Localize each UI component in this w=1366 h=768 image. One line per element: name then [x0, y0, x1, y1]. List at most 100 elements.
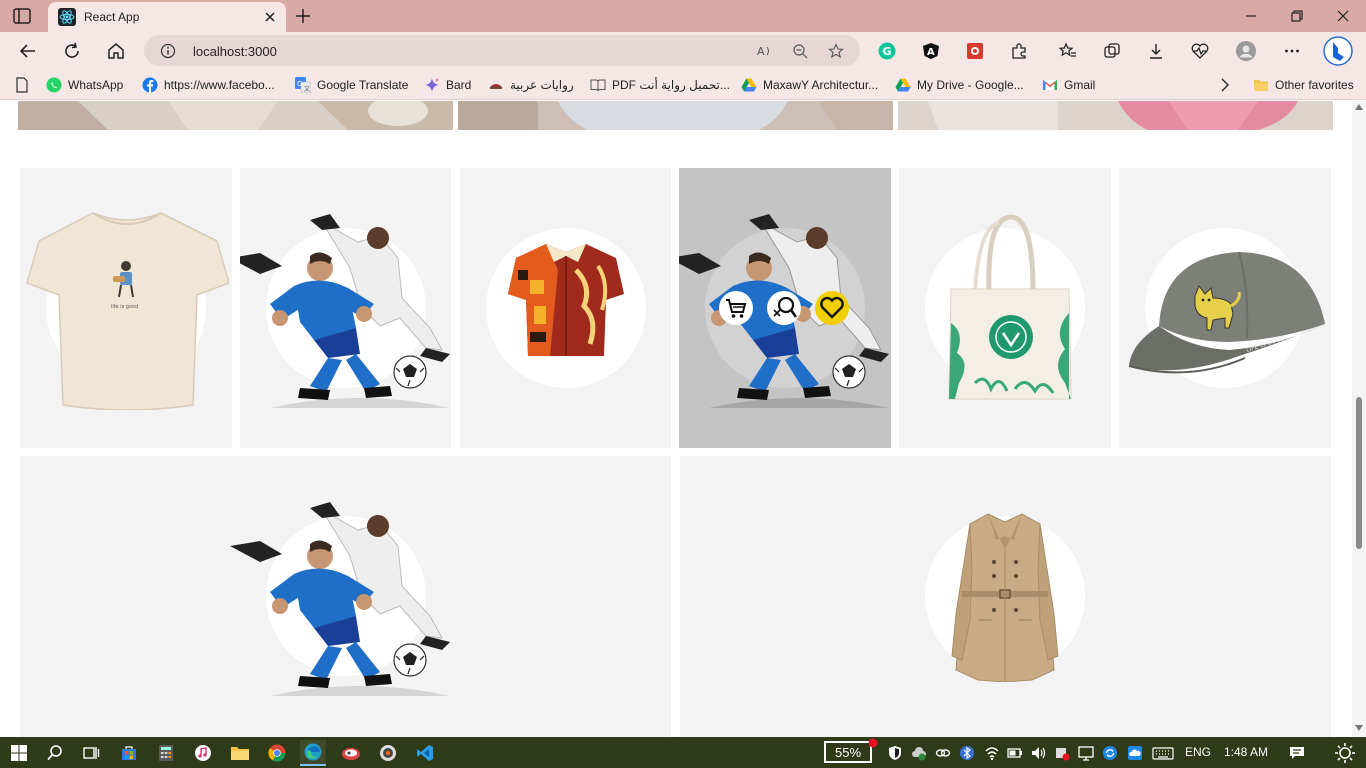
profile-avatar-icon[interactable] [1236, 41, 1256, 61]
taskbar-itunes[interactable] [190, 740, 216, 766]
battery-icon[interactable] [1007, 745, 1023, 761]
bug-report-icon[interactable] [1054, 745, 1070, 761]
browser-tab[interactable]: React App [48, 2, 286, 32]
performance-icon[interactable] [1190, 41, 1210, 61]
bookmark-facebook[interactable]: https://www.facebo... [142, 76, 275, 94]
task-view-button[interactable] [78, 740, 104, 766]
taskbar-media-player[interactable] [375, 740, 401, 766]
trench-coat-image [951, 513, 1059, 682]
extension-red-icon[interactable] [965, 41, 985, 61]
banner-image[interactable] [18, 101, 453, 130]
windows-icon [11, 745, 27, 761]
product-card-trench-coat[interactable] [680, 456, 1331, 737]
display-icon[interactable] [1078, 745, 1094, 761]
banner-image[interactable] [898, 101, 1333, 130]
add-to-wishlist-button[interactable] [815, 291, 849, 325]
taskbar-app-red[interactable] [338, 740, 364, 766]
address-bar[interactable]: localhost:3000 A [144, 35, 860, 66]
bookmark-google-translate[interactable]: G文 Google Translate [295, 76, 408, 94]
sync-icon[interactable] [1102, 745, 1118, 761]
favorites-icon[interactable] [1058, 41, 1078, 61]
extensions-icon[interactable] [1009, 41, 1029, 61]
scroll-up-arrow-icon[interactable] [1355, 104, 1363, 110]
product-card-patterned-shirt[interactable] [460, 168, 671, 448]
language-indicator[interactable]: ENG [1185, 745, 1211, 759]
minimize-icon[interactable] [1243, 8, 1259, 24]
read-aloud-icon[interactable]: A [756, 43, 772, 59]
shield-icon[interactable] [887, 745, 903, 761]
tote-bag-image [948, 214, 1072, 400]
page-viewport: life is good LIFE IS GOOD [0, 101, 1352, 737]
site-info-icon[interactable] [160, 43, 176, 59]
taskbar-chrome[interactable] [264, 740, 290, 766]
windows-taskbar: 55% ENG 1:48 AM [0, 737, 1366, 768]
bookmark-pdf-novel[interactable]: PDF تحميل رواية أنت... [590, 76, 730, 94]
bookmark-maxawy[interactable]: MaxawY Architectur... [741, 76, 878, 94]
back-icon[interactable] [18, 41, 38, 61]
close-window-icon[interactable] [1335, 8, 1351, 24]
keyboard-icon[interactable] [1152, 745, 1174, 761]
more-options-icon[interactable] [1282, 41, 1302, 61]
taskbar-store[interactable] [116, 740, 142, 766]
scrollbar-thumb[interactable] [1356, 397, 1362, 549]
svg-text:文: 文 [304, 85, 310, 93]
taskbar-file-explorer[interactable] [227, 740, 253, 766]
bluetooth-app-icon[interactable] [959, 745, 975, 761]
add-favorite-icon[interactable] [828, 43, 844, 59]
other-favorites-folder[interactable]: Other favorites [1253, 76, 1354, 94]
angular-devtools-icon[interactable]: A [921, 41, 941, 61]
music-icon [195, 745, 211, 761]
grammarly-icon[interactable]: G [877, 41, 897, 61]
bookmark-bard[interactable]: Bard [424, 76, 471, 94]
bing-copilot-icon[interactable] [1322, 35, 1354, 67]
product-card-tote-bag[interactable] [899, 168, 1111, 448]
media-player-icon [380, 745, 396, 761]
notifications-icon[interactable] [1289, 745, 1305, 761]
battery-indicator[interactable]: 55% [824, 741, 872, 763]
home-icon[interactable] [106, 41, 126, 61]
bookmark-whatsapp[interactable]: WhatsApp [46, 76, 123, 94]
close-tab-icon[interactable] [262, 9, 278, 25]
taskbar-edge[interactable] [300, 740, 326, 766]
banner-image[interactable] [458, 101, 893, 130]
new-tab-icon[interactable] [294, 7, 312, 25]
volume-icon[interactable] [1030, 745, 1046, 761]
scroll-down-arrow-icon[interactable] [1355, 725, 1363, 731]
zoom-out-icon[interactable] [792, 43, 808, 59]
restore-icon[interactable] [1289, 8, 1305, 24]
bookmarks-bar: WhatsApp https://www.facebo... G文 Google… [0, 70, 1366, 100]
quick-view-button[interactable] [767, 291, 801, 325]
onedrive-icon[interactable] [1127, 745, 1143, 761]
wifi-icon[interactable] [984, 745, 1000, 761]
taskbar-vscode[interactable] [412, 740, 438, 766]
url-text[interactable]: localhost:3000 [193, 44, 277, 59]
svg-text:life is good: life is good [111, 304, 138, 310]
taskbar-calculator[interactable] [153, 740, 179, 766]
bookmark-arabic-novels[interactable]: روايات عربية [488, 76, 574, 94]
search-button[interactable] [42, 740, 68, 766]
product-card-t-shirt[interactable]: life is good [20, 168, 232, 448]
link-icon[interactable] [935, 745, 951, 761]
svg-text:A: A [927, 47, 935, 58]
brightness-icon[interactable] [1334, 742, 1356, 764]
bookmark-my-drive[interactable]: My Drive - Google... [895, 76, 1024, 94]
product-actions [719, 288, 859, 328]
tab-actions-icon[interactable] [12, 7, 32, 25]
start-button[interactable] [6, 740, 32, 766]
clock[interactable]: 1:48 AM [1224, 745, 1268, 759]
downloads-icon[interactable] [1146, 41, 1166, 61]
add-to-cart-button[interactable] [719, 291, 753, 325]
task-view-icon [83, 747, 100, 759]
page-scrollbar[interactable] [1352, 101, 1366, 737]
product-card-football-players[interactable] [240, 168, 451, 448]
product-card-cap[interactable]: LIFE IS GOOD [1119, 168, 1331, 448]
collections-icon[interactable] [1102, 41, 1122, 61]
facebook-icon [142, 77, 158, 93]
product-card-football-players-wide[interactable] [20, 456, 671, 737]
svg-text:A: A [757, 45, 765, 58]
chevron-right-icon[interactable] [1220, 78, 1230, 92]
bookmark-gmail[interactable]: Gmail [1042, 76, 1095, 94]
cloud-sync-icon[interactable] [911, 745, 927, 761]
refresh-icon[interactable] [62, 41, 82, 61]
product-card-football-players-hover[interactable] [679, 168, 891, 448]
